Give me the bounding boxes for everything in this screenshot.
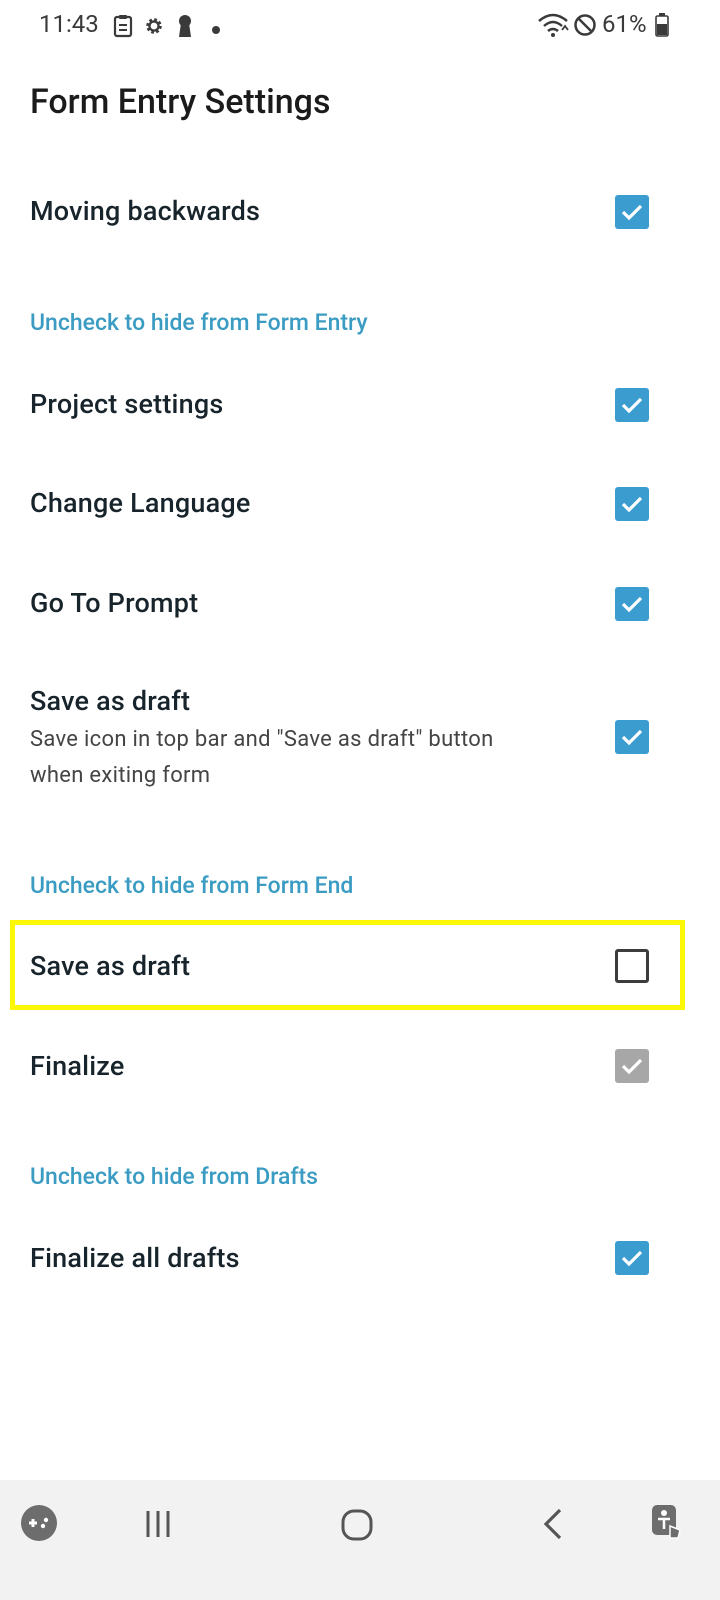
section-header-form-entry: Uncheck to hide from Form Entry <box>30 309 368 336</box>
section-header-drafts: Uncheck to hide from Drafts <box>30 1163 318 1190</box>
do-not-disturb-icon <box>573 13 597 41</box>
check-icon <box>621 729 643 746</box>
check-icon <box>621 397 643 414</box>
check-icon <box>621 596 643 613</box>
status-time: 11:43 <box>39 10 99 38</box>
check-icon <box>621 1058 643 1075</box>
setting-finalize[interactable]: Finalize <box>0 1015 720 1115</box>
setting-label: Save as draft <box>30 950 191 982</box>
setting-finalize-all-drafts[interactable]: Finalize all drafts <box>0 1210 720 1310</box>
setting-project-settings[interactable]: Project settings <box>0 355 720 455</box>
setting-change-language[interactable]: Change Language <box>0 455 720 555</box>
check-icon <box>621 496 643 513</box>
setting-label: Save as draft <box>30 685 191 717</box>
gear-icon <box>143 14 165 42</box>
clipboard-icon <box>113 14 133 42</box>
checkbox-save-as-draft-end[interactable] <box>615 949 649 983</box>
recent-apps-icon[interactable] <box>142 1508 174 1544</box>
checkbox-project-settings[interactable] <box>615 388 649 422</box>
check-icon <box>621 204 643 221</box>
battery-icon <box>655 13 669 41</box>
checkbox-change-language[interactable] <box>615 487 649 521</box>
keyhole-icon <box>176 14 194 42</box>
game-launcher-icon[interactable] <box>20 1504 58 1546</box>
back-icon[interactable] <box>540 1507 566 1545</box>
setting-label: Finalize <box>30 1050 125 1082</box>
setting-save-as-draft-end[interactable]: Save as draft <box>0 920 720 1010</box>
setting-label: Project settings <box>30 388 224 420</box>
setting-save-as-draft-entry[interactable]: Save as draft Save icon in top bar and "… <box>0 660 720 810</box>
check-icon <box>621 1250 643 1267</box>
setting-label: Go To Prompt <box>30 587 199 619</box>
setting-go-to-prompt[interactable]: Go To Prompt <box>0 555 720 655</box>
setting-label: Moving backwards <box>30 195 261 227</box>
wifi-icon <box>537 12 569 42</box>
setting-label: Finalize all drafts <box>30 1242 240 1274</box>
accessibility-icon[interactable] <box>648 1502 688 1546</box>
setting-description: Save icon in top bar and "Save as draft"… <box>30 727 494 788</box>
checkbox-go-to-prompt[interactable] <box>615 587 649 621</box>
checkbox-finalize[interactable] <box>615 1049 649 1083</box>
setting-label: Change Language <box>30 487 251 519</box>
home-icon[interactable] <box>340 1508 374 1546</box>
checkbox-moving-backwards[interactable] <box>615 195 649 229</box>
setting-moving-backwards[interactable]: Moving backwards <box>0 160 720 270</box>
battery-percent: 61% <box>602 10 647 38</box>
navigation-bar <box>0 1480 720 1600</box>
status-bar: 11:43 61% <box>0 0 720 52</box>
dot-icon <box>211 20 221 39</box>
page-title: Form Entry Settings <box>30 82 331 122</box>
section-header-form-end: Uncheck to hide from Form End <box>30 872 354 899</box>
checkbox-finalize-all-drafts[interactable] <box>615 1241 649 1275</box>
checkbox-save-as-draft-entry[interactable] <box>615 720 649 754</box>
